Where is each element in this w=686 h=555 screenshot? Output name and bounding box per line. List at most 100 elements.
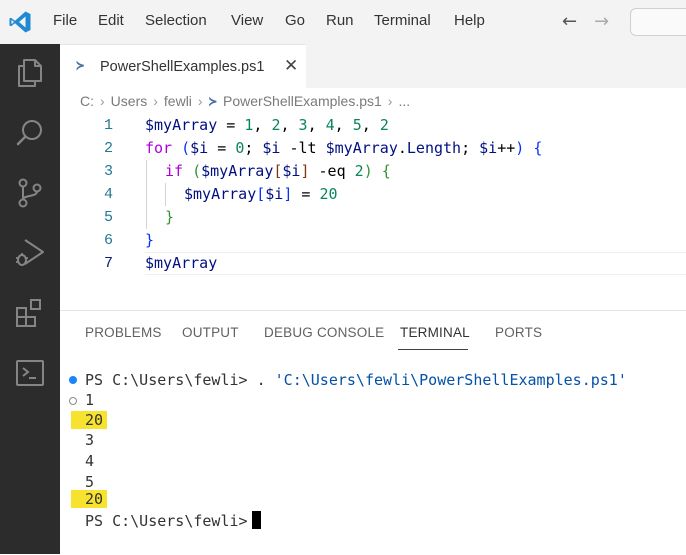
terminal-output-line: 20 [71,488,108,510]
terminal-prompt: PS C:\Users\fewli> [85,371,257,389]
indent-guide [165,183,166,206]
code-token: ++ [497,139,516,157]
code-token: $i [479,139,498,157]
tab-problems[interactable]: PROBLEMS [85,325,162,340]
editor-tab-bar: ≻ PowerShellExamples.ps1 ✕ [60,44,686,89]
tab-terminal[interactable]: TERMINAL [400,325,470,340]
line-number: 5 [103,209,113,226]
code-token: 2 [354,162,364,180]
code-token: -eq [309,162,355,180]
code-token: = [217,116,245,134]
code-token: = [292,185,320,203]
code-token: [ [256,185,266,203]
terminal-command-path: 'C:\Users\fewli\PowerShellExamples.ps1' [274,371,627,389]
indent-guide [146,160,147,183]
code-line-4: 4 $myArray[$i] = 20 [60,183,686,206]
code-token: ( [181,139,191,157]
code-token: { [533,139,543,157]
code-line-2: 2 for ($i = 0; $i -lt $myArray.Length; $… [60,137,686,160]
code-token: Length [406,139,462,157]
close-icon[interactable]: ✕ [284,56,298,76]
code-token: ) [515,139,525,157]
code-token: ) [363,162,373,180]
menu-selection[interactable]: Selection [145,12,207,29]
code-editor[interactable]: 1 $myArray = 1, 2, 3, 4, 5, 2 2 for ($i … [60,114,686,310]
breadcrumb-drive[interactable]: C: [80,93,94,109]
extensions-icon[interactable] [13,296,47,330]
code-token: $i [265,185,284,203]
terminal[interactable]: PS C:\Users\fewli> . 'C:\Users\fewli\Pow… [60,368,686,554]
breadcrumb-users[interactable]: Users [111,93,148,109]
code-token: 5 [352,116,362,134]
menu-help[interactable]: Help [454,12,485,29]
active-tab-indicator [398,349,468,350]
breadcrumb-more[interactable]: ... [398,93,410,109]
code-token: for [145,139,173,157]
current-line-highlight [145,252,686,275]
line-number: 1 [103,117,113,134]
code-token: , [334,116,353,134]
code-token: $myArray [325,139,398,157]
breadcrumb-file[interactable]: PowerShellExamples.ps1 [223,93,382,109]
menu-run[interactable]: Run [326,12,354,29]
code-token: -lt [280,139,326,157]
menu-go[interactable]: Go [285,12,305,29]
back-arrow-icon[interactable]: ← [562,11,577,32]
tab-debug-console[interactable]: DEBUG CONSOLE [264,325,384,340]
code-token: 4 [325,116,335,134]
menu-terminal[interactable]: Terminal [374,12,431,29]
menu-edit[interactable]: Edit [98,12,124,29]
terminal-output-line: 1 [85,391,95,409]
breadcrumb-fewli[interactable]: fewli [164,93,192,109]
code-token: $myArray [201,162,274,180]
code-token: 2 [379,116,389,134]
code-token: 20 [319,185,338,203]
terminal-command-line: PS C:\Users\fewli> . 'C:\Users\fewli\Pow… [85,369,627,391]
terminal-panel-icon[interactable] [13,356,47,390]
tab-label: PowerShellExamples.ps1 [100,59,265,75]
code-token: , [307,116,326,134]
tab-ports[interactable]: PORTS [495,325,542,340]
highlighted-output: 20 [71,490,108,508]
menu-file[interactable]: File [53,12,77,29]
code-line-7: 7 $myArray [60,252,686,275]
code-text: $myArray = 1, 2, 3, 4, 5, 2 [145,114,389,137]
code-token: , [280,116,299,134]
terminal-prompt: PS C:\Users\fewli> [85,512,248,530]
highlighted-output: 20 [71,411,108,429]
line-number: 3 [103,163,113,180]
menu-view[interactable]: View [231,12,263,29]
source-control-icon[interactable] [13,176,47,210]
run-debug-icon[interactable] [13,236,47,270]
code-text: } [145,229,154,252]
code-token: ; [244,139,263,157]
line-number: 2 [103,140,113,157]
code-token: { [381,162,391,180]
explorer-icon[interactable] [13,56,47,90]
forward-arrow-icon[interactable]: → [594,11,609,32]
code-token: = [208,139,236,157]
line-number: 4 [103,186,113,203]
code-token: $i [282,162,301,180]
code-token: ( [192,162,202,180]
tab-output[interactable]: OUTPUT [182,325,239,340]
breadcrumb: C: › Users › fewli › ≻ PowerShellExamples.ps1 ›.… [80,93,410,113]
terminal-prompt-line: PS C:\Users\fewli> [85,510,261,532]
tab-powershell-examples[interactable]: ≻ PowerShellExamples.ps1 ✕ [60,44,306,89]
code-token: $i [190,139,209,157]
breadcrumb-separator: › [197,93,203,109]
output-marker-icon [69,397,77,405]
code-token: ; [461,139,480,157]
terminal-output-line: 4 [85,452,95,470]
terminal-output-line: 3 [85,431,95,449]
search-icon[interactable] [13,116,47,150]
code-token: 3 [298,116,308,134]
line-number: 6 [103,232,113,249]
breadcrumb-separator: › [387,93,393,109]
indent-guide [146,206,147,229]
command-center-search[interactable] [630,8,686,36]
code-text: for ($i = 0; $i -lt $myArray.Length; $i+… [145,137,542,160]
indent-guide [146,183,147,206]
